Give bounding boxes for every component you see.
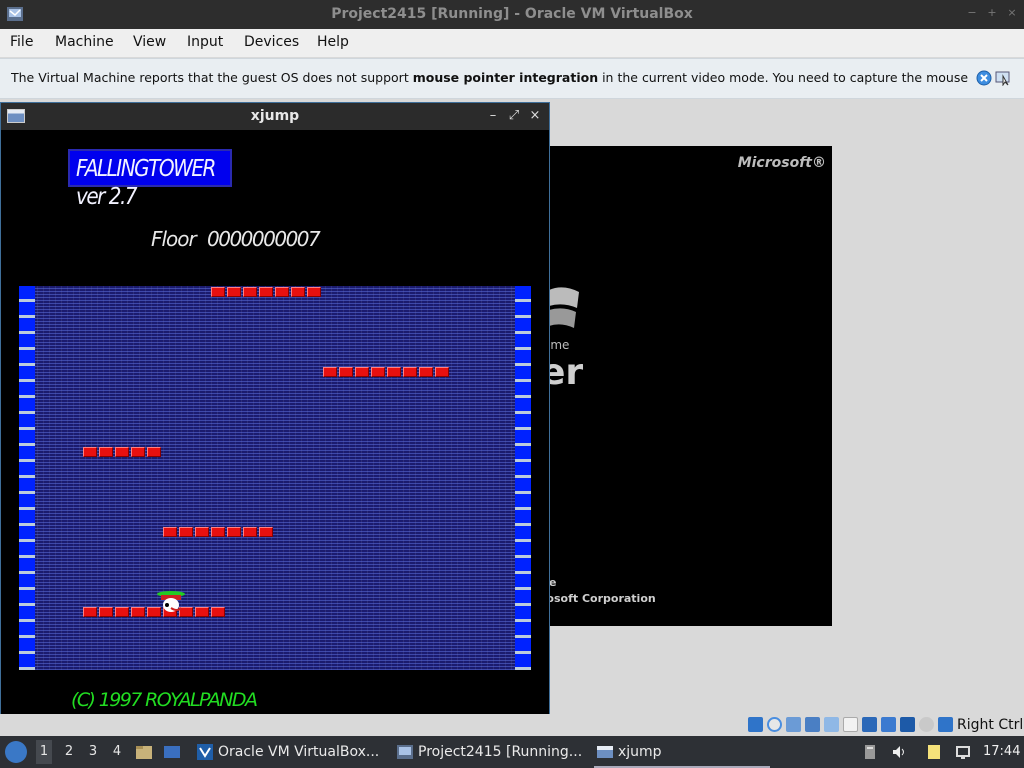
- xjump-close-icon[interactable]: ×: [528, 108, 542, 124]
- window-title: Project2415 [Running] - Oracle VM Virtua…: [331, 6, 693, 22]
- ledge: [323, 367, 449, 377]
- player-character: [157, 591, 185, 612]
- host-key-label: Right Ctrl: [957, 717, 1024, 733]
- mouse-integration-icon[interactable]: [919, 717, 934, 732]
- copyright-text: (C) 1997 ROYALPANDA: [71, 689, 258, 711]
- show-desktop-icon[interactable]: [163, 743, 181, 761]
- floor-label: Floor: [151, 227, 197, 251]
- workspace-2[interactable]: 2: [61, 744, 77, 759]
- xp-footer-line1: e: [549, 576, 557, 589]
- audio-icon[interactable]: [786, 717, 801, 732]
- menu-input[interactable]: Input: [187, 34, 223, 50]
- virtualbox-icon: [197, 744, 213, 760]
- network-tray-icon[interactable]: [955, 744, 971, 760]
- display-icon[interactable]: [862, 717, 877, 732]
- xp-edition-fragment: ame: [549, 338, 570, 352]
- workspace-4[interactable]: 4: [109, 744, 125, 759]
- optical-drive-icon[interactable]: [767, 717, 782, 732]
- workspace-3[interactable]: 3: [85, 744, 101, 759]
- notice-pointer-icon[interactable]: [995, 70, 1011, 86]
- video-capture-icon[interactable]: [881, 717, 896, 732]
- xp-boot-splash: Microsoft® ame er e rosoft Corporation: [549, 146, 832, 626]
- notes-tray-icon[interactable]: [926, 744, 942, 760]
- game-playfield[interactable]: [19, 286, 531, 670]
- xjump-window[interactable]: xjump – ⤢ × FALLINGTOWER ver 2.7 Floor 0…: [0, 102, 550, 735]
- xp-footer-line2: rosoft Corporation: [549, 592, 656, 605]
- volume-icon[interactable]: [891, 744, 907, 760]
- left-wall: [19, 286, 35, 670]
- microsoft-logo-text: Microsoft®: [737, 155, 826, 171]
- task-xjump[interactable]: xjump: [594, 736, 770, 768]
- ledge: [163, 527, 273, 537]
- windows-flag-icon: [549, 287, 579, 328]
- vbox-titlebar[interactable]: Project2415 [Running] - Oracle VM Virtua…: [0, 0, 1024, 29]
- xp-title-fragment: er: [549, 352, 584, 393]
- right-wall: [515, 286, 531, 670]
- menu-devices[interactable]: Devices: [244, 34, 299, 50]
- virtualbox-vm-icon: [397, 745, 413, 759]
- game-title-banner: FALLINGTOWER ver 2.7: [68, 149, 232, 210]
- xjump-minimize-icon[interactable]: –: [486, 108, 500, 124]
- xjump-maximize-icon[interactable]: ⤢: [507, 108, 521, 124]
- vbox-statusbar: Right Ctrl: [0, 714, 1024, 736]
- notice-close-icon[interactable]: [976, 70, 992, 86]
- file-manager-icon[interactable]: [135, 743, 153, 761]
- start-menu-icon[interactable]: [5, 741, 27, 763]
- close-icon[interactable]: ×: [1006, 7, 1018, 19]
- keyboard-capture-icon[interactable]: [938, 717, 953, 732]
- menubar: File Machine View Input Devices Help: [0, 29, 1024, 57]
- xjump-titlebar[interactable]: xjump – ⤢ ×: [1, 103, 549, 130]
- menu-view[interactable]: View: [133, 34, 166, 50]
- virtualization-icon[interactable]: [900, 717, 915, 732]
- game-title-text: FALLINGTOWER ver 2.7: [76, 154, 216, 210]
- menu-help[interactable]: Help: [317, 34, 349, 50]
- shared-folder-icon[interactable]: [843, 717, 858, 732]
- task-virtualbox-manager[interactable]: Oracle VM VirtualBox...: [194, 736, 390, 768]
- xjump-title: xjump: [250, 108, 300, 124]
- task-project2415[interactable]: Project2415 [Running...: [394, 736, 590, 768]
- clipboard-tray-icon[interactable]: [862, 744, 878, 760]
- notice-text: The Virtual Machine reports that the gue…: [11, 70, 969, 85]
- menu-file[interactable]: File: [10, 34, 33, 50]
- xjump-icon: [597, 746, 613, 758]
- minimize-icon[interactable]: −: [966, 7, 978, 19]
- mouse-integration-notice: The Virtual Machine reports that the gue…: [0, 58, 1024, 99]
- maximize-icon[interactable]: +: [986, 7, 998, 19]
- hard-disk-icon[interactable]: [748, 717, 763, 732]
- menu-machine[interactable]: Machine: [55, 34, 114, 50]
- ledge: [83, 447, 161, 457]
- taskbar: 1 2 3 4 Oracle VM VirtualBox... Project2…: [0, 736, 1024, 768]
- workspace-1[interactable]: 1: [36, 740, 52, 764]
- clock[interactable]: 17:44: [983, 744, 1020, 759]
- network-icon[interactable]: [805, 717, 820, 732]
- usb-icon[interactable]: [824, 717, 839, 732]
- floor-counter: 0000000007: [207, 227, 321, 251]
- ledge: [83, 607, 225, 617]
- ledge: [211, 287, 321, 297]
